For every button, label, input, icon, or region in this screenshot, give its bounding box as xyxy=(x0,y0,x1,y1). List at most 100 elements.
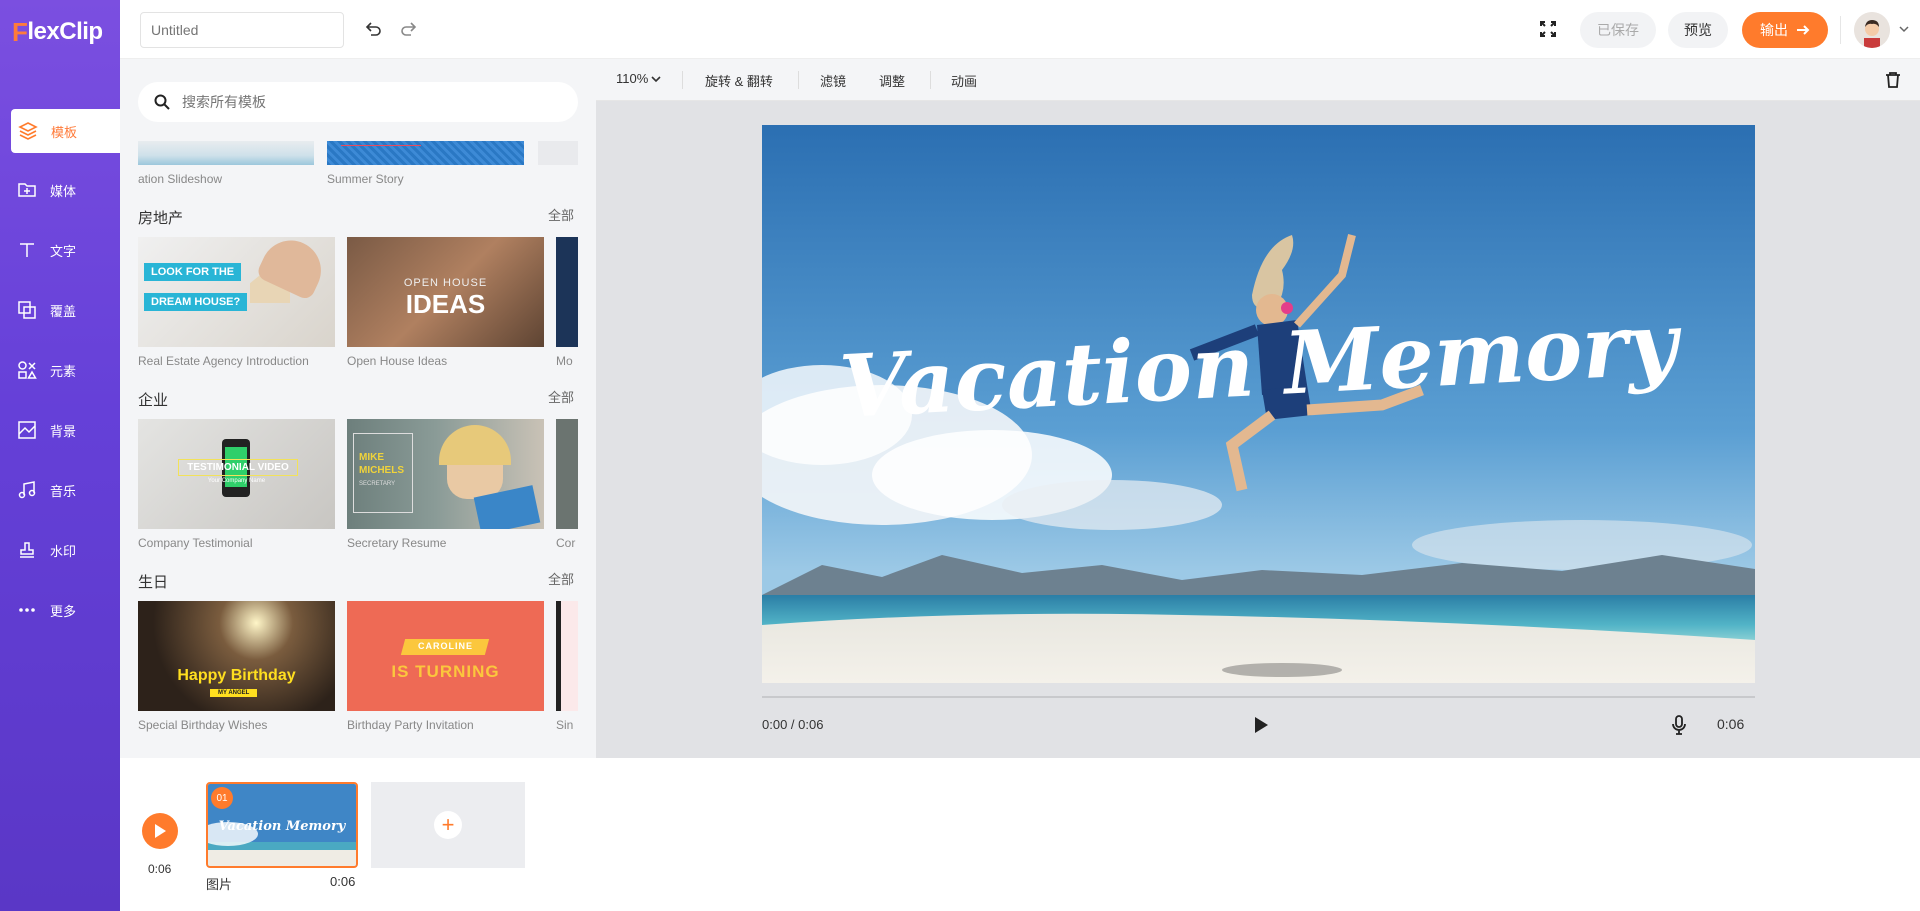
stamp-icon xyxy=(16,539,38,561)
category-all-link[interactable]: 全部 xyxy=(548,205,574,224)
sidebar-item-overlay[interactable]: 覆盖 xyxy=(0,288,120,332)
timeline-clip[interactable]: 01 Vacation Memory xyxy=(206,782,358,868)
thumb-text: DREAM HOUSE? xyxy=(144,293,248,311)
timeline-play-button[interactable] xyxy=(142,813,178,849)
add-clip-button[interactable]: + xyxy=(371,782,525,868)
template-thumb[interactable] xyxy=(138,141,314,165)
folder-plus-icon xyxy=(16,179,38,201)
thumb-text: MY ANGEL xyxy=(210,689,258,697)
category-title: 房地产 xyxy=(138,210,184,227)
category-all-link[interactable]: 全部 xyxy=(548,569,574,588)
sidebar-item-media[interactable]: 媒体 xyxy=(0,168,120,212)
thumb-text: IS TURNING xyxy=(391,662,500,681)
filter-button[interactable]: 滤镜 xyxy=(820,71,846,90)
template-thumb[interactable] xyxy=(538,141,578,165)
thumb-text: TESTIMONIAL VIDEO xyxy=(178,459,298,476)
template-thumb[interactable]: OPEN HOUSE IDEAS xyxy=(347,237,544,347)
divider xyxy=(930,71,931,89)
trash-icon[interactable] xyxy=(1881,68,1905,92)
playback-progress-bar[interactable] xyxy=(762,696,1755,698)
rotate-flip-button[interactable]: 旋转 & 翻转 xyxy=(705,71,773,90)
fullscreen-icon[interactable] xyxy=(1536,17,1560,41)
animation-button[interactable]: 动画 xyxy=(951,71,977,90)
chevron-down-icon[interactable] xyxy=(1892,17,1916,41)
template-thumb[interactable] xyxy=(556,601,578,711)
template-thumb[interactable] xyxy=(327,141,524,165)
template-thumb[interactable]: MIKE MICHELS SECRETARY xyxy=(347,419,544,529)
sidebar-item-label: 音乐 xyxy=(50,483,77,499)
template-thumb[interactable] xyxy=(556,237,578,347)
avatar[interactable] xyxy=(1854,12,1890,48)
template-thumb[interactable]: Happy Birthday MY ANGEL xyxy=(138,601,335,711)
sidebar-item-text[interactable]: 文字 xyxy=(0,228,120,272)
search-input[interactable] xyxy=(182,94,562,110)
divider xyxy=(682,71,683,89)
sidebar-item-background[interactable]: 背景 xyxy=(0,408,120,452)
total-duration: 0:06 xyxy=(148,862,172,876)
template-label: Birthday Party Invitation xyxy=(347,718,474,732)
sidebar-item-templates[interactable]: 模板 xyxy=(11,109,120,153)
template-label: Special Birthday Wishes xyxy=(138,718,268,732)
sidebar-item-label: 文字 xyxy=(50,243,77,259)
sidebar-item-elements[interactable]: 元素 xyxy=(0,348,120,392)
sidebar-item-more[interactable]: 更多 xyxy=(0,588,120,632)
zoom-select[interactable]: 110% xyxy=(616,71,661,86)
thumb-text: LOOK FOR THE xyxy=(144,263,242,281)
plus-icon: + xyxy=(434,811,462,839)
template-label: Cor xyxy=(556,536,576,550)
elements-icon xyxy=(16,359,38,381)
video-canvas[interactable]: Vacation Memory xyxy=(762,125,1755,683)
canvas-image: Vacation Memory xyxy=(762,125,1755,683)
more-icon xyxy=(16,599,38,621)
layers-icon xyxy=(17,120,39,142)
adjust-button[interactable]: 调整 xyxy=(879,71,905,90)
thumb-text: SECRETARY xyxy=(359,481,396,487)
current-time: 0:00 / 0:06 xyxy=(762,717,824,732)
text-icon xyxy=(16,239,38,261)
thumb-text: MICHELS xyxy=(359,465,404,476)
template-label: Company Testimonial xyxy=(138,536,253,550)
redo-icon[interactable] xyxy=(397,17,421,41)
sidebar-item-label: 背景 xyxy=(50,423,77,439)
template-thumb[interactable]: LOOK FOR THE DREAM HOUSE? xyxy=(138,237,335,347)
template-label: Mo xyxy=(556,354,573,368)
timeline: 0:06 01 Vacation Memory 图片 0:06 + xyxy=(120,758,1920,911)
play-icon xyxy=(155,824,166,838)
logo-accent: F xyxy=(12,16,28,47)
clip-label: 图片 xyxy=(206,877,233,892)
saved-button[interactable]: 已保存 xyxy=(1580,12,1656,48)
sidebar-item-music[interactable]: 音乐 xyxy=(0,468,120,512)
microphone-icon[interactable] xyxy=(1667,713,1691,737)
chevron-down-icon xyxy=(651,74,661,84)
editor-area: 110% 旋转 & 翻转 滤镜 调整 动画 Vacation Memory 0:… xyxy=(596,59,1920,758)
template-label: Secretary Resume xyxy=(347,536,447,550)
thumb-text: OPEN HOUSE xyxy=(403,277,488,289)
thumb-text: IDEAS xyxy=(405,289,486,319)
template-thumb[interactable]: CAROLINE IS TURNING xyxy=(347,601,544,711)
divider xyxy=(1840,16,1841,44)
template-thumb[interactable]: TESTIMONIAL VIDEO Your Company Name xyxy=(138,419,335,529)
sidebar-item-label: 媒体 xyxy=(50,183,77,199)
sidebar-item-watermark[interactable]: 水印 xyxy=(0,528,120,572)
search-icon xyxy=(154,94,170,110)
logo-text: lexClip xyxy=(27,18,103,45)
overlay-icon xyxy=(16,299,38,321)
sidebar: FlexClip 模板 媒体 文字 覆盖 元素 背景 音乐 水印 更多 xyxy=(0,0,120,911)
thumb-text: Happy Birthday xyxy=(177,667,296,684)
category-all-link[interactable]: 全部 xyxy=(548,387,574,406)
template-label: Sin xyxy=(556,718,574,732)
project-title-input[interactable] xyxy=(140,12,344,48)
thumb-text: CAROLINE xyxy=(418,641,473,651)
logo[interactable]: FlexClip xyxy=(12,16,103,48)
sidebar-item-label: 水印 xyxy=(50,543,77,559)
thumb-text: Your Company Name xyxy=(207,478,266,484)
sidebar-item-label: 模板 xyxy=(51,124,78,140)
search-box[interactable] xyxy=(138,82,578,122)
undo-icon[interactable] xyxy=(361,17,385,41)
sidebar-item-label: 更多 xyxy=(50,603,77,619)
play-icon[interactable] xyxy=(1249,713,1273,737)
export-button[interactable]: 输出 xyxy=(1742,12,1828,48)
preview-button[interactable]: 预览 xyxy=(1668,12,1728,48)
category-title: 企业 xyxy=(138,392,169,409)
template-thumb[interactable] xyxy=(556,419,578,529)
